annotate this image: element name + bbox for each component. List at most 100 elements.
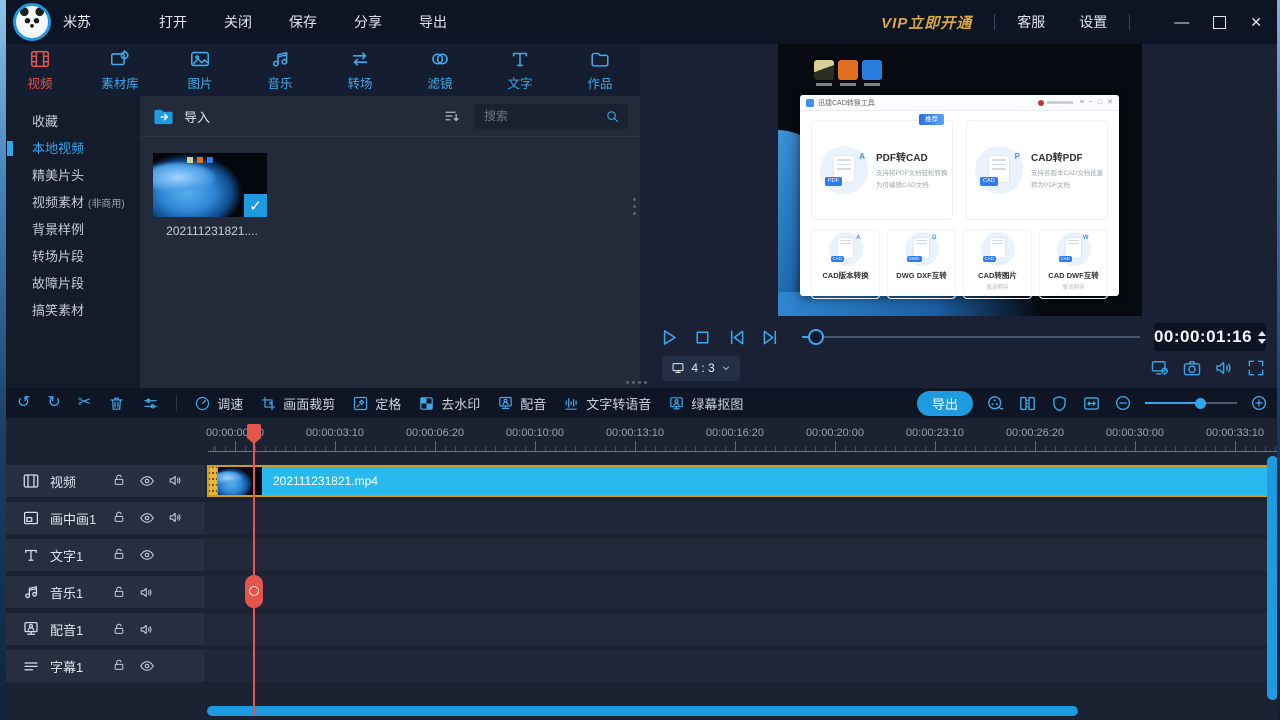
next-frame-button[interactable] [760, 327, 781, 348]
lock-icon[interactable] [112, 547, 126, 563]
zoom-in-icon[interactable] [1250, 394, 1268, 412]
cut-button[interactable]: ✂ [78, 395, 91, 411]
track-volume-icon[interactable] [168, 510, 183, 526]
menu-save[interactable]: 保存 [289, 12, 317, 32]
sidebar-item-funny[interactable]: 搞笑素材 [0, 297, 140, 324]
redo-button[interactable]: ↻ [47, 395, 60, 411]
sidebar-item-video-assets[interactable]: 视频素材 (非商用) [0, 189, 140, 216]
video-editor-app: 米苏 打开 关闭 保存 分享 导出 VIP立即开通 客服 设置 — ✕ 视频 素… [0, 0, 1280, 720]
track-volume-icon[interactable] [139, 585, 154, 600]
visibility-eye-icon[interactable] [139, 473, 155, 489]
tab-image[interactable]: 图片 [160, 44, 240, 96]
panel-splitter-handle[interactable] [633, 198, 636, 219]
settings-button[interactable]: 设置 [1079, 12, 1107, 32]
undo-button[interactable]: ↺ [17, 395, 30, 411]
export-button[interactable]: 导出 [916, 390, 973, 416]
close-button[interactable]: ✕ [1250, 15, 1262, 29]
card-desc-line: 支持将PDF文档轻松转换 [876, 170, 948, 178]
track-header-pip: 画中画1 [0, 502, 206, 534]
track-volume-icon[interactable] [168, 473, 183, 489]
timeline-video-clip[interactable]: 202111231821.mp4 [207, 465, 1280, 497]
tool-text-to-speech[interactable]: 文字转语音 [563, 394, 651, 413]
track-volume-icon[interactable] [139, 622, 154, 637]
tool-speed[interactable]: 调速 [194, 394, 243, 413]
display-settings-icon[interactable] [1150, 358, 1170, 378]
clip-trim-handle-left[interactable] [209, 467, 217, 495]
snapshot-camera-icon[interactable] [1182, 358, 1202, 378]
visibility-eye-icon[interactable] [139, 547, 155, 563]
timecode-value: 00:00:01:16 [1153, 327, 1253, 346]
card-cad-dwf: W CAD CAD DWF互转 敬请期待 [1039, 229, 1108, 299]
fit-width-icon[interactable] [1082, 394, 1101, 413]
tab-text[interactable]: 文字 [480, 44, 560, 96]
menu-share[interactable]: 分享 [354, 12, 382, 32]
shield-icon[interactable] [1050, 394, 1069, 413]
sidebar-item-glitch[interactable]: 故障片段 [0, 270, 140, 297]
sidebar-item-backgrounds[interactable]: 背景样例 [0, 216, 140, 243]
film-icon [29, 48, 51, 70]
aspect-ratio-dropdown[interactable]: 4 : 3 [662, 355, 740, 381]
lock-icon[interactable] [112, 585, 126, 600]
timeline-splitter-handle[interactable] [626, 381, 647, 384]
timecode-stepper[interactable] [1258, 330, 1267, 344]
sidebar-item-transitions[interactable]: 转场片段 [0, 243, 140, 270]
lock-icon[interactable] [112, 622, 126, 637]
search-input[interactable] [482, 108, 605, 124]
track-header-music: 音乐1 [0, 576, 206, 608]
selected-check-icon[interactable]: ✓ [244, 194, 267, 217]
menu-open[interactable]: 打开 [159, 12, 187, 32]
search-icon[interactable] [605, 109, 620, 124]
lock-icon[interactable] [112, 473, 126, 489]
track-header-text: 文字1 [0, 539, 206, 571]
tool-crop[interactable]: 画面裁剪 [260, 394, 335, 413]
preview-volume-icon[interactable] [1214, 358, 1234, 378]
seek-handle[interactable] [808, 329, 824, 345]
tab-library[interactable]: 素材库 [80, 44, 160, 96]
timeline-horizontal-scrollbar[interactable] [207, 706, 1078, 716]
timeline-ruler[interactable]: 00:00:00:00 00:00:03:10 00:00:06:20 00:0… [0, 424, 1280, 452]
sort-icon[interactable] [443, 107, 461, 125]
sidebar-item-intros[interactable]: 精美片头 [0, 162, 140, 189]
menu-export[interactable]: 导出 [419, 12, 447, 32]
tab-video[interactable]: 视频 [0, 44, 80, 96]
support-button[interactable]: 客服 [1017, 12, 1045, 32]
timeline-zoom-slider[interactable] [1145, 397, 1237, 409]
tab-works[interactable]: 作品 [560, 44, 640, 96]
sidebar-item-favorites[interactable]: 收藏 [0, 108, 140, 135]
play-button[interactable] [658, 327, 679, 348]
lock-icon[interactable] [112, 510, 126, 526]
tab-music[interactable]: 音乐 [240, 44, 320, 96]
fullscreen-icon[interactable] [1246, 358, 1266, 378]
track-name: 字幕1 [50, 659, 84, 675]
mirror-split-icon[interactable] [1018, 394, 1037, 413]
tool-remove-watermark[interactable]: 去水印 [418, 394, 480, 413]
tab-transition[interactable]: 转场 [320, 44, 400, 96]
stop-button[interactable] [692, 327, 713, 348]
card-title: CAD DWF互转 [1048, 271, 1099, 280]
tool-green-screen[interactable]: 绿幕抠图 [668, 394, 743, 413]
maximize-button[interactable] [1213, 15, 1227, 29]
video-preview: 迅捷CAD转换工具 ≡ − □ ✕ 推荐 A PDF PDF转CAD 支持将PD… [778, 44, 1142, 316]
zoom-out-icon[interactable] [1114, 394, 1132, 412]
vip-upgrade-button[interactable]: VIP立即开通 [881, 12, 972, 33]
film-reel-icon[interactable] [986, 394, 1005, 413]
playhead-handle[interactable] [245, 575, 263, 608]
menu-close[interactable]: 关闭 [224, 12, 252, 32]
playhead-marker[interactable] [247, 424, 261, 444]
delete-button[interactable] [108, 395, 125, 412]
prev-frame-button[interactable] [726, 327, 747, 348]
seek-bar[interactable] [802, 329, 1140, 345]
properties-button[interactable] [142, 395, 159, 412]
import-button[interactable]: 导入 [184, 107, 210, 126]
tab-filter[interactable]: 滤镜 [400, 44, 480, 96]
minimize-button[interactable]: — [1174, 15, 1189, 30]
visibility-eye-icon[interactable] [139, 510, 155, 526]
sidebar-item-local-video[interactable]: 本地视频 [0, 135, 140, 162]
media-item-thumbnail[interactable]: ✓ [153, 153, 267, 217]
zoom-slider-handle[interactable] [1195, 397, 1206, 409]
tool-freeze-frame[interactable]: 定格 [352, 394, 401, 413]
playhead-line[interactable] [253, 424, 255, 716]
visibility-eye-icon[interactable] [139, 658, 155, 674]
lock-icon[interactable] [112, 658, 126, 674]
tool-voiceover[interactable]: 配音 [497, 394, 546, 413]
